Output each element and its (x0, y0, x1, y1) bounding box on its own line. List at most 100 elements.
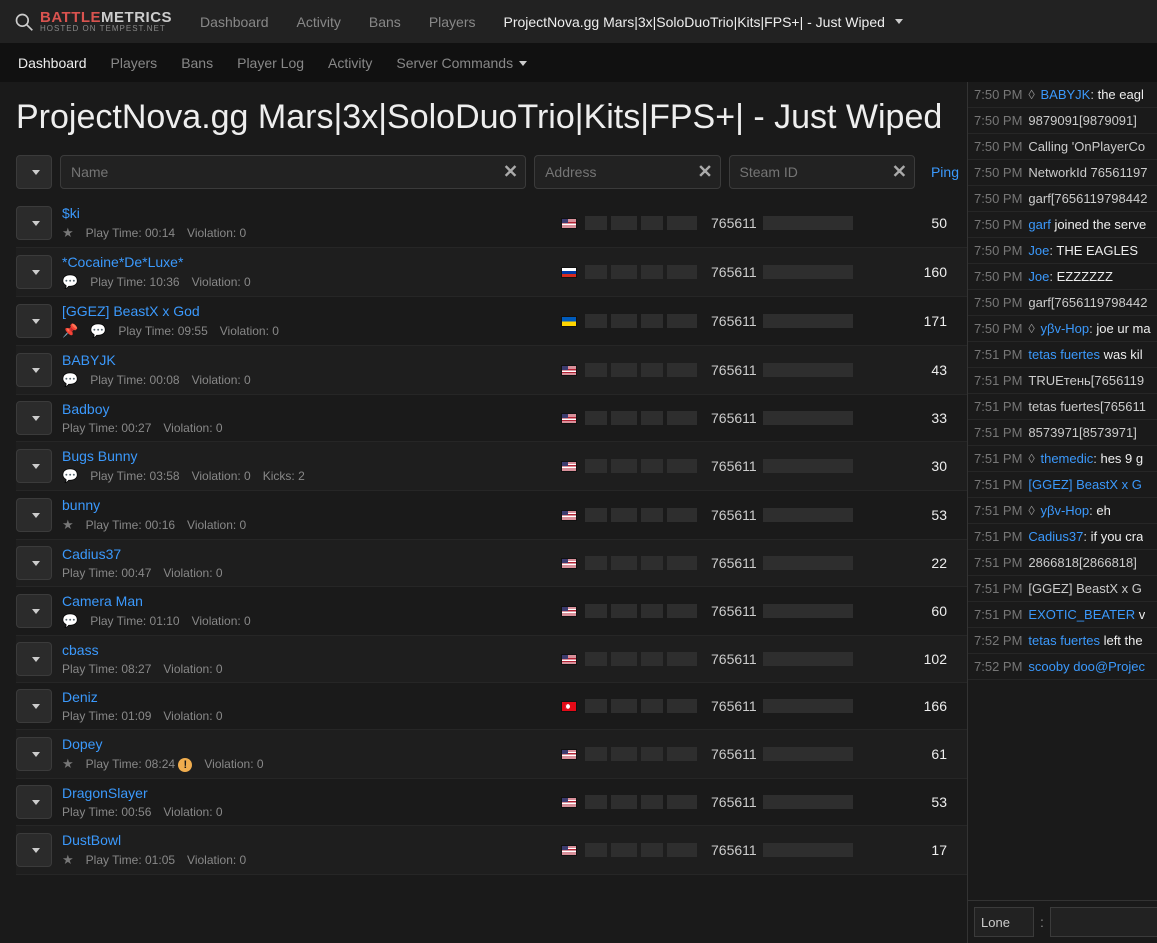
topnav-item-dashboard[interactable]: Dashboard (186, 0, 283, 44)
chat-nick-link[interactable]: Cadius37 (1028, 529, 1083, 544)
chat-nick-link[interactable]: Joe (1028, 243, 1049, 258)
steamid-prefix: 765611 (711, 507, 757, 523)
player-name-link[interactable]: Cadius37 (62, 546, 121, 562)
chat-line: 7:51 PM[GGEZ] BeastX x G (968, 576, 1157, 602)
expand-player-button[interactable] (16, 449, 52, 483)
chat-nick-link[interactable]: yβv-Hop (1040, 321, 1089, 336)
player-name-link[interactable]: Camera Man (62, 593, 143, 609)
player-name-link[interactable]: [GGEZ] BeastX x God (62, 303, 200, 319)
subnav-item-players[interactable]: Players (99, 44, 170, 82)
chat-nick-link[interactable]: garf (1028, 217, 1050, 232)
chat-body: 2866818[2866818] (1028, 555, 1136, 570)
expand-all-button[interactable] (16, 155, 52, 189)
expand-player-button[interactable] (16, 689, 52, 723)
player-ping-cell: 160 (911, 264, 961, 280)
subnav-item-bans[interactable]: Bans (169, 44, 225, 82)
chat-system-message: [GGEZ] BeastX x G (1028, 581, 1141, 596)
chat-nick-link[interactable]: yβv-Hop (1040, 503, 1089, 518)
topnav-item-players[interactable]: Players (415, 0, 490, 44)
flag-icon (561, 606, 577, 617)
chevron-down-icon (32, 319, 40, 324)
flag-icon (561, 218, 577, 229)
chat-message: EZZZZZZ (1057, 269, 1113, 284)
steamid-prefix: 765611 (711, 410, 757, 426)
chat-channel-select[interactable] (974, 907, 1034, 937)
chat-nick-link[interactable]: EXOTIC_BEATER (1028, 607, 1135, 622)
diamond-icon: ◊ (1028, 87, 1034, 102)
playtime-label: Play Time: 08:27 (62, 662, 151, 676)
player-name-link[interactable]: $ki (62, 205, 80, 221)
address-filter-input[interactable] (534, 155, 720, 189)
clear-steamid-icon[interactable]: ✕ (892, 162, 907, 183)
player-steamid-cell: 765611 (711, 651, 901, 667)
player-info: Dopey★Play Time: 08:24 !Violation: 0 (62, 736, 551, 772)
chat-system-message: 8573971[8573971] (1028, 425, 1136, 440)
player-name-link[interactable]: Bugs Bunny (62, 448, 138, 464)
player-name-link[interactable]: Dopey (62, 736, 102, 752)
topnav-item-activity[interactable]: Activity (283, 0, 355, 44)
chat-nick-link[interactable]: tetas fuertes (1028, 633, 1100, 648)
player-name-link[interactable]: DustBowl (62, 832, 121, 848)
subnav-item-server-commands[interactable]: Server Commands (384, 44, 539, 82)
player-row: Bugs Bunny💬Play Time: 03:58Violation: 0K… (16, 442, 967, 491)
steamid-filter-input[interactable] (729, 155, 915, 189)
subnav-item-activity[interactable]: Activity (316, 44, 384, 82)
redacted-address (585, 265, 697, 279)
expand-player-button[interactable] (16, 785, 52, 819)
server-selector[interactable]: ProjectNova.gg Mars|3x|SoloDuoTrio|Kits|… (490, 0, 917, 44)
brand-logo[interactable]: BATTLEMETRICS HOSTED ON TEMPEST.NET (0, 10, 186, 33)
player-steamid-cell: 765611 (711, 698, 901, 714)
search-icon (14, 12, 34, 32)
chat-nick-link[interactable]: tetas fuertes (1028, 347, 1100, 362)
expand-player-button[interactable] (16, 594, 52, 628)
chat-system-message: TRUEтень[7656119 (1028, 373, 1144, 388)
chat-timestamp: 7:50 PM (974, 139, 1022, 154)
expand-player-button[interactable] (16, 206, 52, 240)
player-name-link[interactable]: BABYJK (62, 352, 116, 368)
expand-player-button[interactable] (16, 737, 52, 771)
expand-player-button[interactable] (16, 304, 52, 338)
chevron-down-icon (32, 416, 40, 421)
chat-system-message: 2866818[2866818] (1028, 555, 1136, 570)
expand-player-button[interactable] (16, 642, 52, 676)
chat-nick-link[interactable]: themedic (1040, 451, 1093, 466)
subnav-item-dashboard[interactable]: Dashboard (6, 44, 99, 82)
steamid-prefix: 765611 (711, 794, 757, 810)
expand-player-button[interactable] (16, 546, 52, 580)
player-row: DustBowl★Play Time: 01:05Violation: 0765… (16, 826, 967, 875)
player-name-link[interactable]: DragonSlayer (62, 785, 148, 801)
chat-line: 7:52 PMscooby doo@Projec (968, 654, 1157, 680)
chat-nick-link[interactable]: [GGEZ] BeastX x G (1028, 477, 1141, 492)
chat-nick-link[interactable]: scooby doo@Projec (1028, 659, 1145, 674)
expand-player-button[interactable] (16, 401, 52, 435)
player-steamid-cell: 765611 (711, 555, 901, 571)
clear-address-icon[interactable]: ✕ (697, 162, 712, 183)
chat-system-message: Calling 'OnPlayerCo (1028, 139, 1145, 154)
name-filter-input[interactable] (60, 155, 526, 189)
caret-down-icon (895, 19, 903, 24)
expand-player-button[interactable] (16, 353, 52, 387)
clear-name-icon[interactable]: ✕ (503, 162, 518, 183)
subnav-item-player-log[interactable]: Player Log (225, 44, 316, 82)
expand-player-button[interactable] (16, 255, 52, 289)
ping-sort-link[interactable]: Ping (923, 164, 967, 180)
player-name-link[interactable]: cbass (62, 642, 99, 658)
player-steamid-cell: 765611 (711, 458, 901, 474)
player-name-link[interactable]: bunny (62, 497, 100, 513)
topnav-item-bans[interactable]: Bans (355, 0, 415, 44)
chat-nick-link[interactable]: Joe (1028, 269, 1049, 284)
chat-message-input[interactable] (1050, 907, 1157, 937)
player-name-link[interactable]: Deniz (62, 689, 98, 705)
chat-message: was kil (1100, 347, 1143, 362)
playtime-label: Play Time: 00:47 (62, 566, 151, 580)
player-name-link[interactable]: *Cocaine*De*Luxe* (62, 254, 183, 270)
chat-message: hes 9 g (1100, 451, 1143, 466)
expand-player-button[interactable] (16, 498, 52, 532)
chat-message: joined the serve (1051, 217, 1146, 232)
player-name-link[interactable]: Badboy (62, 401, 109, 417)
chat-body: Calling 'OnPlayerCo (1028, 139, 1145, 154)
expand-player-button[interactable] (16, 833, 52, 867)
playtime-label: Play Time: 01:05 (86, 853, 175, 867)
chat-nick-link[interactable]: BABYJK (1040, 87, 1090, 102)
player-meta: Play Time: 08:27Violation: 0 (62, 662, 551, 676)
